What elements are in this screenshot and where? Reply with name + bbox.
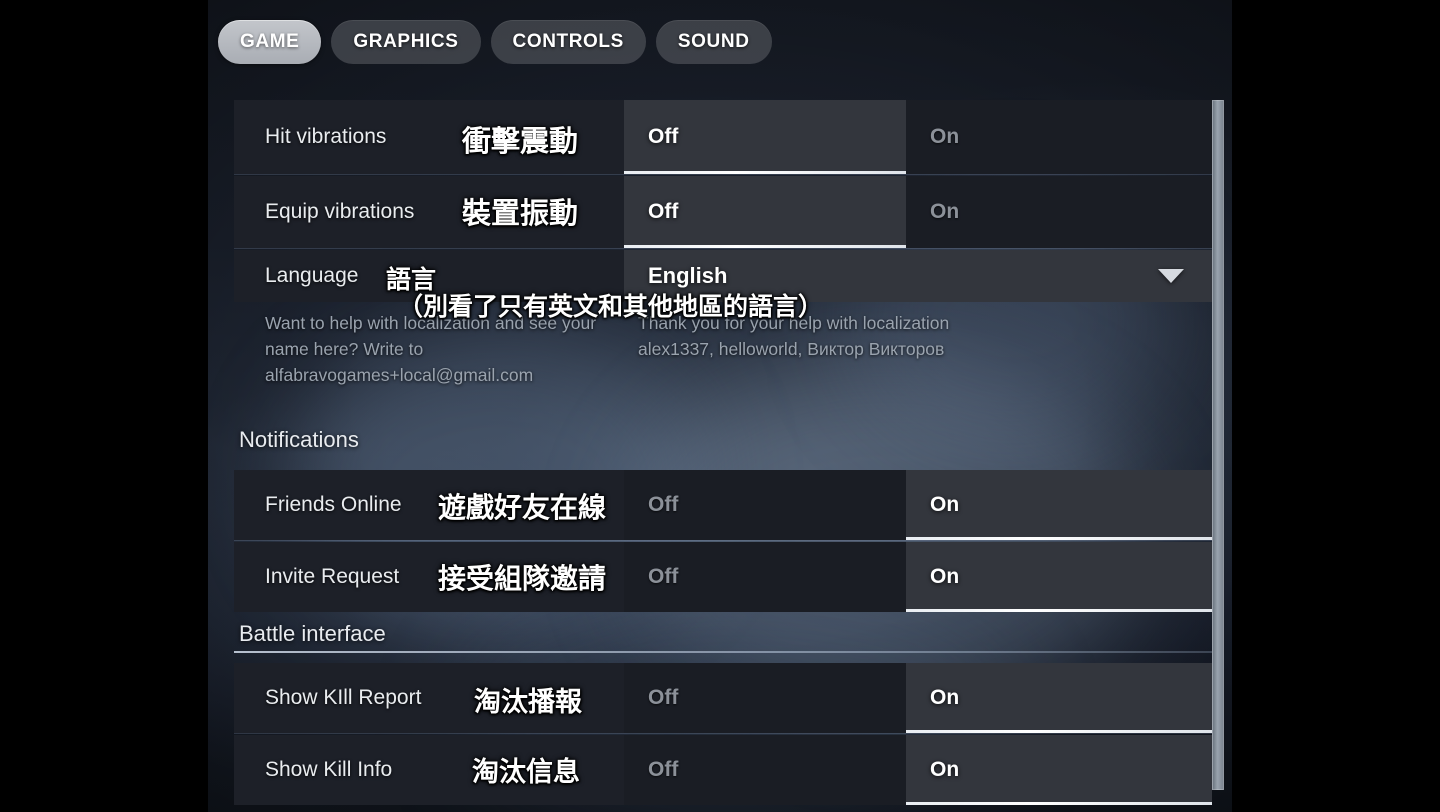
annotation-show-kill-report: 淘汰播報	[474, 687, 582, 718]
invite-request-label: Invite Request	[265, 565, 400, 588]
invite-request-off-label: Off	[648, 565, 679, 588]
invite-request-on-label: On	[930, 565, 960, 588]
localization-contributor-names: alex1337, helloworld, Виктор Викторов	[638, 339, 945, 359]
invite-request-option-on[interactable]: On	[906, 542, 1212, 612]
friends-online-off-label: Off	[648, 493, 679, 516]
tab-sound[interactable]: SOUND	[655, 20, 772, 64]
section-title-battle-interface: Battle interface	[239, 621, 386, 646]
setting-row-show-kill-report: Show KIll Report Off On	[234, 663, 1212, 733]
row-divider	[234, 733, 1212, 734]
settings-tab-bar: GAME GRAPHICS CONTROLS SOUND	[218, 20, 772, 64]
hit-vibrations-on-label: On	[930, 125, 960, 148]
tab-game[interactable]: GAME	[218, 20, 322, 64]
show-kill-report-off-label: Off	[648, 686, 679, 709]
equip-vibrations-label: Equip vibrations	[265, 200, 415, 223]
annotation-hit-vibrations: 衝擊震動	[462, 124, 579, 158]
show-kill-info-off-label: Off	[648, 758, 679, 781]
setting-row-equip-vibrations: Equip vibrations Off On	[234, 176, 1212, 248]
section-rule	[234, 651, 1212, 653]
settings-scroll-content: Hit vibrations Off On Equip vibrations O…	[208, 98, 1232, 805]
show-kill-report-option-on[interactable]: On	[906, 663, 1212, 733]
tab-sound-label: SOUND	[677, 31, 750, 52]
annotation-equip-vibrations: 裝置振動	[462, 196, 579, 230]
settings-screen: GAME GRAPHICS CONTROLS SOUND Hit vibrati…	[0, 0, 1440, 812]
letterbox-left	[0, 0, 208, 812]
language-label: Language	[265, 264, 359, 287]
tab-graphics[interactable]: GRAPHICS	[331, 20, 481, 64]
show-kill-report-label: Show KIll Report	[265, 686, 422, 709]
setting-row-show-kill-info: Show Kill Info Off On	[234, 735, 1212, 805]
row-divider	[234, 174, 1212, 175]
show-kill-info-label: Show Kill Info	[265, 758, 393, 781]
hit-vibrations-option-off[interactable]: Off	[624, 100, 906, 174]
invite-request-option-off[interactable]: Off	[624, 542, 906, 612]
equip-vibrations-on-label: On	[930, 200, 960, 223]
hit-vibrations-option-on[interactable]: On	[906, 100, 1212, 174]
settings-scrollbar-track[interactable]	[1212, 100, 1224, 790]
section-header-battle-interface: Battle interface	[234, 621, 1212, 653]
annotation-show-kill-info: 淘汰信息	[472, 757, 580, 788]
tab-game-label: GAME	[240, 31, 300, 52]
row-divider	[234, 540, 1212, 541]
chevron-down-icon[interactable]	[1158, 269, 1184, 283]
equip-vibrations-option-off[interactable]: Off	[624, 176, 906, 248]
friends-online-option-off[interactable]: Off	[624, 470, 906, 540]
language-selected-value: English	[648, 263, 728, 288]
settings-scrollbar-thumb[interactable]	[1212, 100, 1224, 790]
setting-row-hit-vibrations: Hit vibrations Off On	[234, 100, 1212, 174]
show-kill-info-on-label: On	[930, 758, 960, 781]
setting-row-friends-online: Friends Online Off On	[234, 470, 1212, 540]
row-divider	[234, 248, 1212, 249]
tab-controls[interactable]: CONTROLS	[490, 20, 646, 64]
annotation-language-note: （別看了只有英文和其他地區的語言）	[398, 292, 824, 321]
friends-online-on-label: On	[930, 493, 960, 516]
letterbox-right	[1232, 0, 1440, 812]
friends-online-option-on[interactable]: On	[906, 470, 1212, 540]
tab-graphics-label: GRAPHICS	[353, 31, 459, 52]
annotation-friends-online: 遊戲好友在線	[438, 491, 607, 524]
tab-controls-label: CONTROLS	[512, 31, 624, 52]
game-settings-panel: GAME GRAPHICS CONTROLS SOUND Hit vibrati…	[208, 0, 1232, 812]
show-kill-report-on-label: On	[930, 686, 960, 709]
section-title-notifications: Notifications	[239, 427, 359, 452]
equip-vibrations-off-label: Off	[648, 200, 679, 223]
section-header-notifications: Notifications	[234, 427, 1212, 453]
hit-vibrations-off-label: Off	[648, 125, 679, 148]
show-kill-report-option-off[interactable]: Off	[624, 663, 906, 733]
annotation-invite-request: 接受組隊邀請	[438, 562, 607, 595]
friends-online-label: Friends Online	[265, 493, 402, 516]
setting-row-invite-request: Invite Request Off On	[234, 542, 1212, 612]
hit-vibrations-label: Hit vibrations	[265, 125, 387, 148]
show-kill-info-option-off[interactable]: Off	[624, 735, 906, 805]
show-kill-info-option-on[interactable]: On	[906, 735, 1212, 805]
equip-vibrations-option-on[interactable]: On	[906, 176, 1212, 248]
